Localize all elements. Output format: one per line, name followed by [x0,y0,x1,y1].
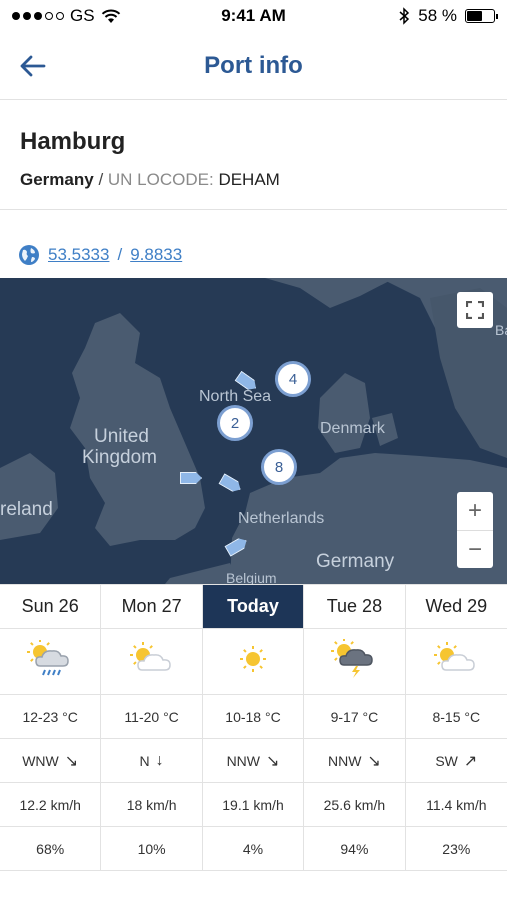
forecast-day[interactable]: Sun 26 [0,585,102,629]
zoom-in-button[interactable]: + [457,492,493,530]
forecast-weather [101,629,203,695]
forecast-temperature: 9-17 °C [304,695,406,739]
map-label-denmark: Denmark [320,420,385,437]
longitude-link[interactable]: 9.8833 [130,245,182,265]
forecast-precipitation: 4% [202,827,305,871]
zoom-controls: + − [457,492,493,568]
forecast-temperature: 12-23 °C [0,695,102,739]
map-label-belgium: Belgium [226,570,277,584]
battery-percent: 58 % [418,6,457,25]
wind-arrow-icon: ↘ [367,752,381,770]
sunny-icon [238,644,268,679]
forecast-day[interactable]: Today [202,585,305,629]
forecast-wind-speed: 25.6 km/h [304,783,406,827]
locode-value: DEHAM [218,170,280,189]
nav-bar: Port info [0,32,507,100]
forecast-wind-direction: N ↓ [101,739,203,783]
port-country: Germany [20,170,94,189]
wind-arrow-icon: ↗ [463,752,478,770]
forecast-temperature: 10-18 °C [202,695,305,739]
forecast-weather [0,629,102,695]
locode-label: UN LOCODE: [107,170,214,189]
battery-icon [465,9,498,23]
forecast-weather [304,629,406,695]
partly-cloudy-icon [128,642,176,681]
globe-icon [19,245,39,265]
forecast-precipitation: 23% [405,827,507,871]
forecast-day[interactable]: Wed 29 [405,585,507,629]
port-name: Hamburg [20,128,126,155]
forecast-wind-speed: 11.4 km/h [405,783,507,827]
coord-separator: / [117,245,123,264]
ship-cluster-marker[interactable]: 8 [261,449,297,485]
cloud-rain-icon [26,639,74,683]
wind-arrow-icon: ↘ [266,752,280,770]
wind-direction-label: SW [435,752,458,769]
map-label-ireland: reland [0,499,53,520]
forecast-precipitation: 94% [304,827,406,871]
status-bar: GS 9:41 AM 58 % [0,0,507,32]
forecast-weather [405,629,507,695]
port-header: Hamburg Germany / UN LOCODE: DEHAM [0,100,507,210]
wind-arrow-icon: ↓ [155,751,164,769]
latitude-link[interactable]: 53.5333 [48,245,109,265]
wind-direction-label: NNW [226,752,260,769]
forecast-wind-direction: WNW ↘ [0,739,102,783]
wind-direction-label: WNW [22,752,59,769]
map-label-united: United [94,426,149,447]
port-subtitle: Germany / UN LOCODE: DEHAM [20,170,487,190]
status-right: 58 % [398,6,498,26]
wind-direction-label: NNW [327,752,362,769]
port-map[interactable]: North Sea United Kingdom Denmark reland … [0,278,507,584]
ship-cluster-marker[interactable]: 2 [217,405,253,441]
map-label-germany: Germany [316,551,395,572]
thunderstorm-icon [330,638,378,684]
forecast-precipitation: 10% [101,827,203,871]
map-label-kingdom: Kingdom [82,447,157,468]
wind-arrow-icon: ↘ [64,752,79,770]
forecast-table: Sun 26 Mon 27 Today Tue 28 Wed 29 12-23 °C 11-… [0,584,507,871]
forecast-weather [202,629,305,695]
forecast-temperature: 11-20 °C [101,695,203,739]
forecast-wind-direction: NNW ↘ [304,739,406,783]
forecast-wind-speed: 18 km/h [101,783,203,827]
forecast-wind-speed: 19.1 km/h [202,783,305,827]
separator: / [98,170,104,189]
coordinates-row: 53.5333 / 9.8833 [0,210,507,278]
forecast-precipitation: 68% [0,827,102,871]
bluetooth-icon [399,7,410,25]
forecast-wind-direction: NNW ↘ [202,739,305,783]
page-title: Port info [204,52,303,79]
forecast-day[interactable]: Tue 28 [304,585,406,629]
fullscreen-button[interactable] [457,292,493,328]
zoom-out-button[interactable]: − [457,530,493,568]
forecast-wind-direction: SW ↗ [405,739,507,783]
map-label-netherlands: Netherlands [238,510,325,527]
partly-cloudy-icon [432,642,480,681]
forecast-day[interactable]: Mon 27 [101,585,203,629]
ship-cluster-marker[interactable]: 4 [275,361,311,397]
forecast-temperature: 8-15 °C [405,695,507,739]
forecast-wind-speed: 12.2 km/h [0,783,102,827]
map-label-edge: Ba [495,322,507,338]
map-land [0,278,507,584]
map-label-north-sea: North Sea [199,388,272,405]
wind-direction-label: N [139,752,150,769]
fullscreen-icon [466,301,484,319]
